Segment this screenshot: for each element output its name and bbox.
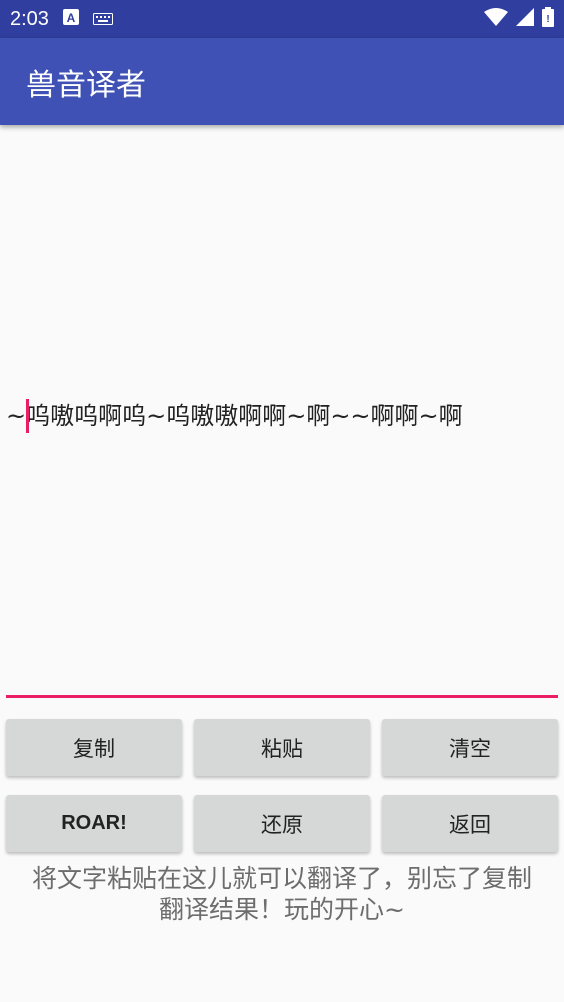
app-bar: 兽音译者: [0, 38, 564, 125]
hint-text: 将文字粘贴在这儿就可以翻译了，别忘了复制 翻译结果！玩的开心~: [0, 863, 564, 925]
app-title: 兽音译者: [26, 67, 146, 103]
hint-line-2: 翻译结果！玩的开心~: [159, 895, 405, 924]
roar-button[interactable]: ROAR!: [6, 795, 182, 852]
restore-button[interactable]: 还原: [194, 795, 370, 852]
text-cursor: [26, 399, 29, 433]
editor-text[interactable]: ~呜嗷呜啊呜~呜嗷嗷啊啊~啊~~啊啊~啊: [6, 397, 558, 435]
text-editor[interactable]: ~呜嗷呜啊呜~呜嗷嗷啊啊~啊~~啊啊~啊: [6, 125, 558, 699]
hint-line-1: 将文字粘贴在这儿就可以翻译了，别忘了复制: [31, 864, 532, 893]
clear-button[interactable]: 清空: [382, 719, 558, 776]
status-bar: 2:03 A !: [0, 0, 564, 38]
svg-text:A: A: [67, 11, 76, 25]
battery-icon: !: [542, 7, 554, 31]
paste-button[interactable]: 粘贴: [194, 719, 370, 776]
svg-text:!: !: [546, 14, 549, 25]
signal-icon: [516, 8, 534, 30]
back-button[interactable]: 返回: [382, 795, 558, 852]
a-notification-icon: A: [62, 9, 79, 29]
editor-underline: [6, 695, 558, 698]
keyboard-icon: [92, 10, 113, 29]
copy-button[interactable]: 复制: [6, 719, 182, 776]
wifi-icon: [484, 8, 508, 30]
status-time: 2:03: [10, 7, 49, 30]
